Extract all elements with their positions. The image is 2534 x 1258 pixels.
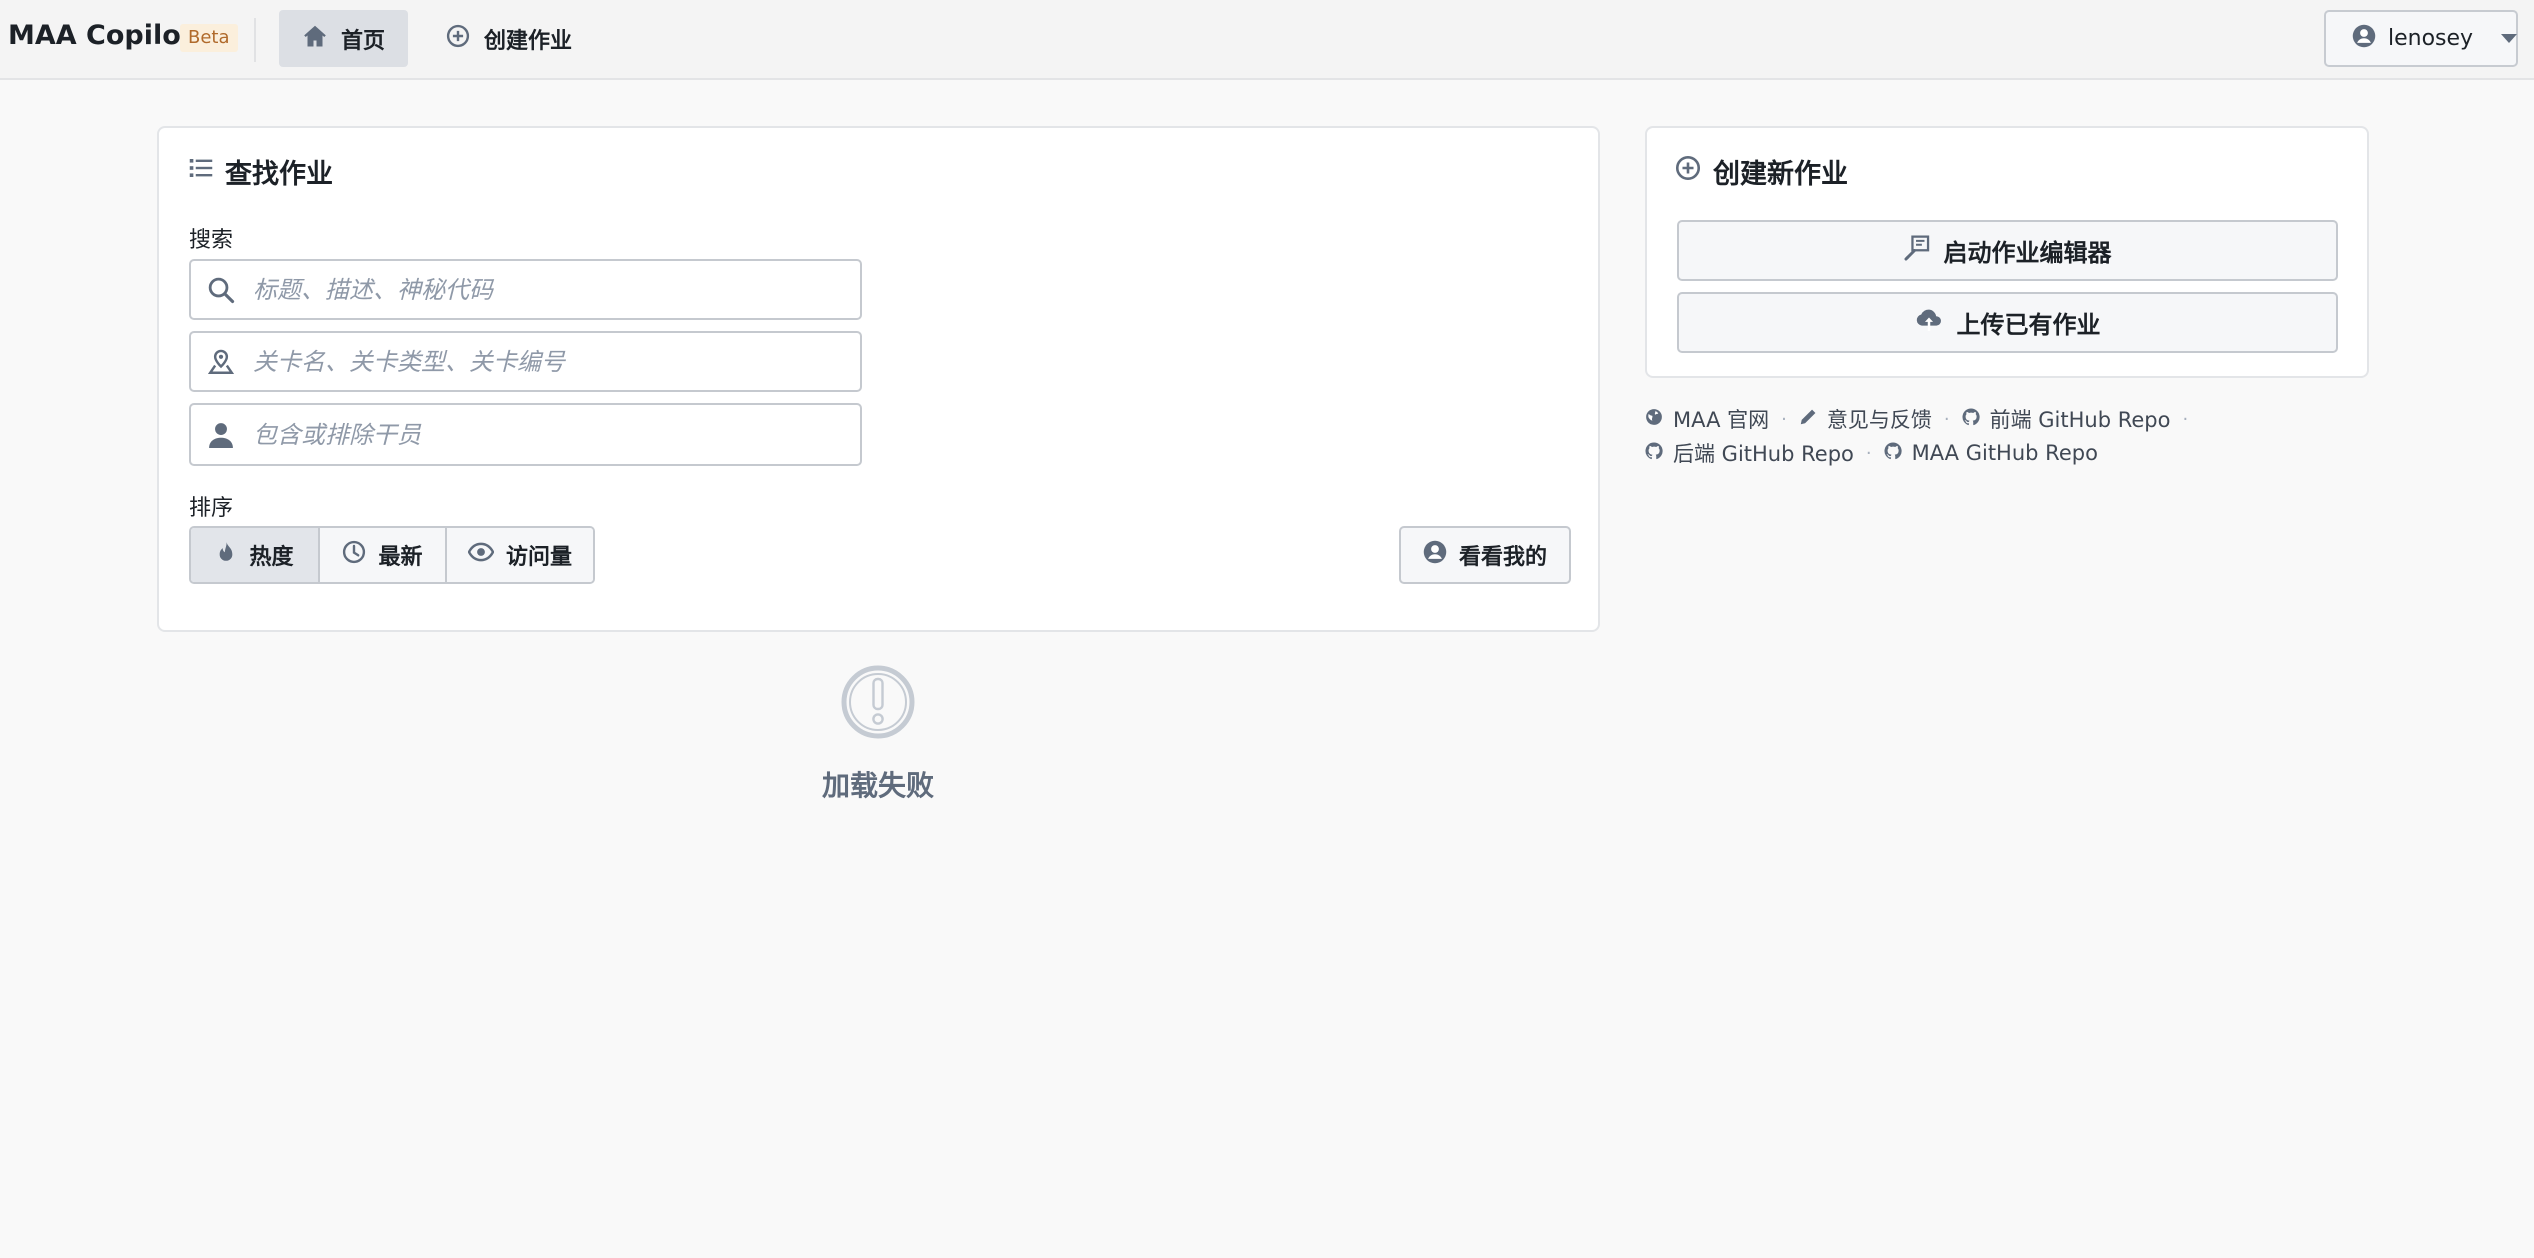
- username: lenosey: [2388, 26, 2474, 51]
- footer-links-row-1: MAA 官网 · 意见与反馈 · 前端 GitHub Repo ·: [1645, 404, 2200, 434]
- launch-editor-button[interactable]: 启动作业编辑器: [1677, 220, 2338, 281]
- nav-create-label: 创建作业: [484, 28, 573, 54]
- home-icon: [303, 24, 327, 54]
- link-backend-repo-label: 后端 GitHub Repo: [1673, 442, 1854, 466]
- github-icon: [1962, 407, 1980, 431]
- search-card-title: 查找作业: [189, 152, 333, 191]
- link-separator: ·: [1781, 408, 1787, 430]
- user-icon: [1423, 540, 1447, 570]
- footer-links-row-2: 后端 GitHub Repo · MAA GitHub Repo: [1645, 438, 2098, 468]
- stage-search-field[interactable]: [189, 331, 862, 392]
- upload-task-label: 上传已有作业: [1956, 311, 2101, 339]
- user-menu-button[interactable]: lenosey: [2324, 10, 2518, 67]
- list-icon: [189, 156, 213, 187]
- pencil-icon: [1799, 407, 1817, 431]
- sort-label: 排序: [189, 496, 234, 521]
- create-card-title: 创建新作业: [1675, 152, 1848, 191]
- title-search-input[interactable]: [251, 274, 860, 305]
- cloud-upload-icon: [1915, 307, 1943, 339]
- edit-document-icon: [1903, 234, 1930, 267]
- stage-search-input[interactable]: [251, 346, 860, 377]
- link-frontend-repo[interactable]: 前端 GitHub Repo: [1962, 404, 2171, 434]
- search-card-title-text: 查找作业: [225, 159, 333, 190]
- app-brand[interactable]: MAA Copilot: [8, 20, 194, 51]
- nav-home-button[interactable]: 首页: [279, 10, 408, 67]
- link-feedback[interactable]: 意见与反馈: [1799, 404, 1932, 434]
- link-separator: ·: [1943, 408, 1950, 430]
- link-maa-website-label: MAA 官网: [1673, 408, 1770, 432]
- error-icon: [841, 665, 915, 743]
- sort-hot-button[interactable]: 热度: [191, 528, 318, 582]
- github-icon: [1645, 441, 1663, 465]
- upload-task-button[interactable]: 上传已有作业: [1677, 292, 2338, 353]
- link-maa-repo[interactable]: MAA GitHub Repo: [1884, 441, 2098, 465]
- eye-icon: [467, 542, 495, 568]
- search-label: 搜索: [189, 228, 234, 253]
- nav-home-label: 首页: [341, 28, 386, 54]
- operator-search-input[interactable]: [251, 419, 860, 450]
- link-maa-repo-label: MAA GitHub Repo: [1911, 441, 2098, 465]
- add-circle-icon: [1675, 155, 1701, 188]
- search-icon: [191, 276, 251, 304]
- title-search-field[interactable]: [189, 259, 862, 320]
- link-separator: ·: [1865, 442, 1872, 464]
- user-icon: [2352, 24, 2376, 54]
- globe-icon: [1645, 407, 1663, 431]
- top-navbar: MAA Copilot Beta 首页 创建作业 lenosey: [0, 0, 2534, 80]
- sort-button-group: 热度 最新 访问量: [189, 526, 595, 584]
- load-failed-message: 加载失败: [821, 769, 934, 802]
- nav-create-button[interactable]: 创建作业: [430, 10, 590, 67]
- view-mine-button[interactable]: 看看我的: [1399, 526, 1571, 584]
- flame-icon: [215, 540, 237, 570]
- person-icon: [191, 421, 251, 449]
- create-card: 创建新作业 启动作业编辑器 上传已有作业: [1645, 126, 2369, 378]
- launch-editor-label: 启动作业编辑器: [1943, 239, 2112, 267]
- sort-views-label: 访问量: [505, 545, 572, 570]
- link-frontend-repo-label: 前端 GitHub Repo: [1989, 408, 2171, 432]
- github-icon: [1884, 441, 1902, 465]
- add-circle-icon: [446, 24, 470, 54]
- beta-badge: Beta: [180, 24, 238, 52]
- sort-hot-label: 热度: [249, 545, 294, 570]
- search-card: 查找作业 搜索 排序 热度 最新: [157, 126, 1600, 632]
- link-separator: ·: [2182, 408, 2189, 430]
- sort-latest-label: 最新: [378, 545, 423, 570]
- link-maa-website[interactable]: MAA 官网: [1645, 404, 1769, 434]
- operator-search-field[interactable]: [189, 403, 862, 466]
- view-mine-label: 看看我的: [1458, 545, 1547, 570]
- sort-views-button[interactable]: 访问量: [445, 528, 593, 582]
- sort-latest-button[interactable]: 最新: [318, 528, 445, 582]
- map-marker-icon: [191, 349, 251, 375]
- chevron-down-icon: [2501, 34, 2518, 43]
- create-card-title-text: 创建新作业: [1713, 159, 1848, 190]
- navbar-divider: [254, 18, 256, 62]
- time-icon: [342, 540, 366, 570]
- link-feedback-label: 意见与反馈: [1826, 408, 1932, 432]
- link-backend-repo[interactable]: 后端 GitHub Repo: [1645, 438, 1854, 468]
